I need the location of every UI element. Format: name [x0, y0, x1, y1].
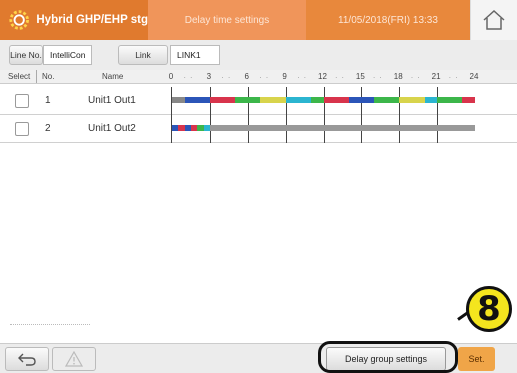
timeline-tick-label: 3 [206, 72, 212, 81]
timeline-segment [184, 97, 210, 103]
row-name: Unit1 Out2 [88, 123, 136, 134]
timeline-tick-dots: . . [183, 71, 194, 80]
timeline-segment [437, 97, 463, 103]
timeline-tick-dots: . . [410, 71, 421, 80]
timeline-tick-label: 6 [244, 72, 249, 81]
timeline-tick-label: 12 [318, 72, 327, 81]
row-no: 1 [45, 95, 51, 106]
screen-title: Delay time settings [148, 0, 306, 40]
callout-badge: 8 [466, 286, 512, 332]
back-arrow-icon [18, 353, 36, 366]
timeline-segment [348, 97, 374, 103]
timeline-tick-label: 0 [168, 72, 174, 81]
scroll-divider [10, 324, 90, 325]
link-field[interactable]: LINK1 [170, 45, 220, 65]
timeline-segment [424, 97, 438, 103]
app-title: Hybrid GHP/EHP stg [36, 14, 148, 26]
row-checkbox[interactable] [15, 122, 29, 136]
timeline-segment [235, 97, 261, 103]
col-no: No. [42, 72, 55, 81]
timeline-segment [172, 97, 185, 103]
timeline-segment [462, 97, 475, 103]
timeline-tick-label: 15 [355, 72, 365, 81]
app-title-block: Hybrid GHP/EHP stg [0, 0, 148, 40]
line-no-field[interactable]: IntelliCon [43, 45, 92, 65]
callout-highlight [318, 341, 458, 373]
link-label: Link [118, 45, 168, 65]
row-no: 2 [45, 123, 51, 134]
timeline-segment [260, 97, 286, 103]
set-button[interactable]: Set. [458, 347, 495, 371]
timeline-tick-dots: . . [373, 71, 383, 80]
timeline-segment [323, 97, 349, 103]
warning-button[interactable] [52, 347, 96, 371]
timeline-tick-dots: . . [297, 71, 307, 80]
table-row[interactable]: 2 Unit1 Out2 [0, 115, 517, 143]
home-icon [483, 9, 505, 30]
timeline-segment [374, 97, 400, 103]
line-no-label: Line No. [9, 45, 43, 65]
timeline-tick-label: 9 [282, 72, 287, 81]
timeline-tick-dots: . . [335, 71, 345, 80]
row-name: Unit1 Out1 [88, 95, 136, 106]
warning-icon [65, 351, 83, 367]
timeline-tick-dots: . . [221, 71, 232, 80]
col-name: Name [102, 72, 124, 81]
col-divider [36, 70, 37, 83]
timeline-segment [310, 97, 324, 103]
timeline-segment [209, 125, 475, 131]
timeline-segment [399, 97, 425, 103]
home-button[interactable] [470, 0, 517, 40]
row-timeline [171, 115, 475, 143]
timeline-segment [209, 97, 236, 103]
column-header: Select No. Name 0 . . 3 . . 6 . . 9 . . 12 . . 15.… [0, 70, 517, 84]
row-timeline [171, 87, 475, 115]
timeline-tick-label: 24 [469, 72, 479, 81]
col-select: Select [8, 72, 31, 81]
timeline-segment [285, 97, 311, 103]
timeline-tick-label: 21 [431, 72, 441, 81]
timeline-tick-label: 18 [393, 72, 403, 81]
timeline-tick-dots: . . [448, 71, 459, 80]
datetime: 11/05/2018(FRI) 13:33 [306, 0, 470, 40]
table-row[interactable]: 1 Unit1 Out1 [0, 87, 517, 115]
gear-icon [9, 10, 29, 30]
back-button[interactable] [5, 347, 49, 371]
timeline-tick-dots: . . [259, 71, 270, 80]
row-checkbox[interactable] [15, 94, 29, 108]
